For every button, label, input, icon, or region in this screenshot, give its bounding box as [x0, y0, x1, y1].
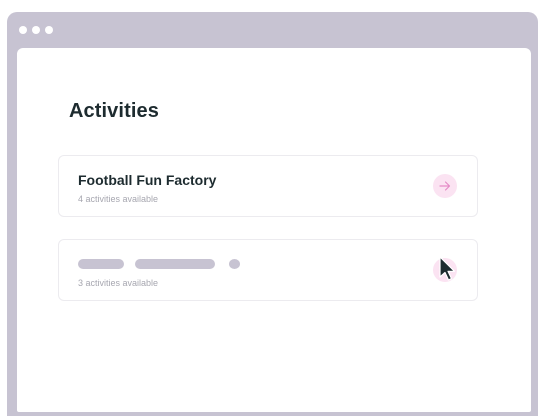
window-control-dot-icon[interactable] — [19, 26, 27, 34]
window-content: Activities Football Fun Factory 4 activi… — [17, 48, 531, 412]
arrow-right-icon — [439, 181, 451, 191]
skeleton-dot — [229, 259, 240, 269]
skeleton-bar — [78, 259, 124, 269]
window-titlebar — [7, 12, 538, 48]
browser-window: Activities Football Fun Factory 4 activi… — [7, 12, 538, 416]
activity-card-loading[interactable]: 3 activities available — [58, 239, 478, 301]
window-control-dot-icon[interactable] — [32, 26, 40, 34]
skeleton-bar — [135, 259, 215, 269]
window-control-dot-icon[interactable] — [45, 26, 53, 34]
page-title: Activities — [69, 100, 159, 122]
cursor-arrow-icon — [439, 256, 456, 281]
activity-card-count: 3 activities available — [78, 278, 159, 288]
activity-card-title: Football Fun Factory — [78, 172, 217, 188]
open-activity-button[interactable] — [433, 174, 457, 198]
activity-card-count: 4 activities available — [78, 194, 159, 204]
activity-card[interactable]: Football Fun Factory 4 activities availa… — [58, 155, 478, 217]
